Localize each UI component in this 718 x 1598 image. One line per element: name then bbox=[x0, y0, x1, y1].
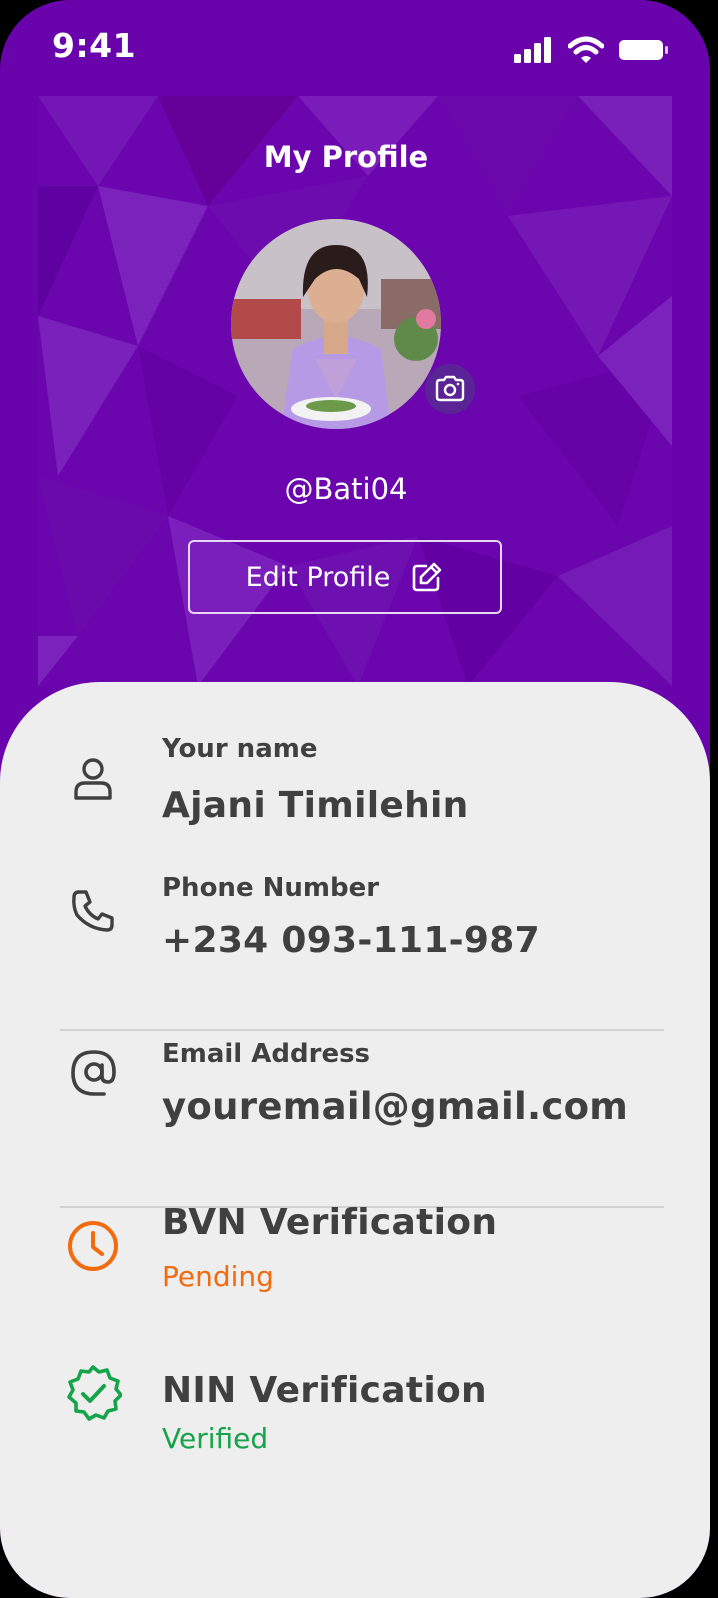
name-label: Your name bbox=[162, 734, 318, 764]
avatar[interactable] bbox=[231, 219, 441, 429]
bvn-label: BVN Verification bbox=[162, 1202, 498, 1243]
battery-icon bbox=[619, 40, 668, 60]
bvn-status: Pending bbox=[162, 1260, 274, 1293]
at-icon bbox=[64, 1044, 122, 1102]
edit-profile-button[interactable]: Edit Profile bbox=[188, 540, 502, 614]
phone-value: +234 093-111-987 bbox=[162, 920, 540, 961]
camera-icon bbox=[435, 375, 465, 402]
status-bar: 9:41 bbox=[0, 0, 710, 96]
phone-screen: 9:41 My Profile @Bati04 Edit Profile You… bbox=[0, 0, 710, 1598]
name-value: Ajani Timilehin bbox=[162, 785, 469, 826]
page-title: My Profile bbox=[263, 140, 429, 174]
avatar-photo bbox=[231, 219, 441, 429]
email-value: youremail@gmail.com bbox=[162, 1085, 629, 1128]
wifi-icon bbox=[568, 36, 604, 63]
edit-icon bbox=[413, 562, 442, 592]
profile-details-card: Your name Ajani Timilehin Phone Number +… bbox=[0, 682, 710, 1598]
change-photo-button[interactable] bbox=[425, 364, 475, 414]
edit-profile-label: Edit Profile bbox=[245, 561, 391, 593]
email-label: Email Address bbox=[162, 1039, 371, 1069]
nin-label: NIN Verification bbox=[162, 1370, 487, 1411]
status-time: 9:41 bbox=[52, 26, 137, 65]
signal-icon bbox=[514, 37, 551, 63]
phone-icon bbox=[64, 882, 122, 940]
system-icons bbox=[514, 36, 670, 64]
clock-icon bbox=[64, 1217, 122, 1275]
user-icon bbox=[64, 750, 122, 808]
nin-status: Verified bbox=[162, 1422, 269, 1455]
verified-badge-icon bbox=[64, 1364, 122, 1422]
username-handle: @Bati04 bbox=[284, 472, 408, 506]
divider bbox=[60, 1029, 664, 1031]
phone-label: Phone Number bbox=[162, 873, 380, 903]
